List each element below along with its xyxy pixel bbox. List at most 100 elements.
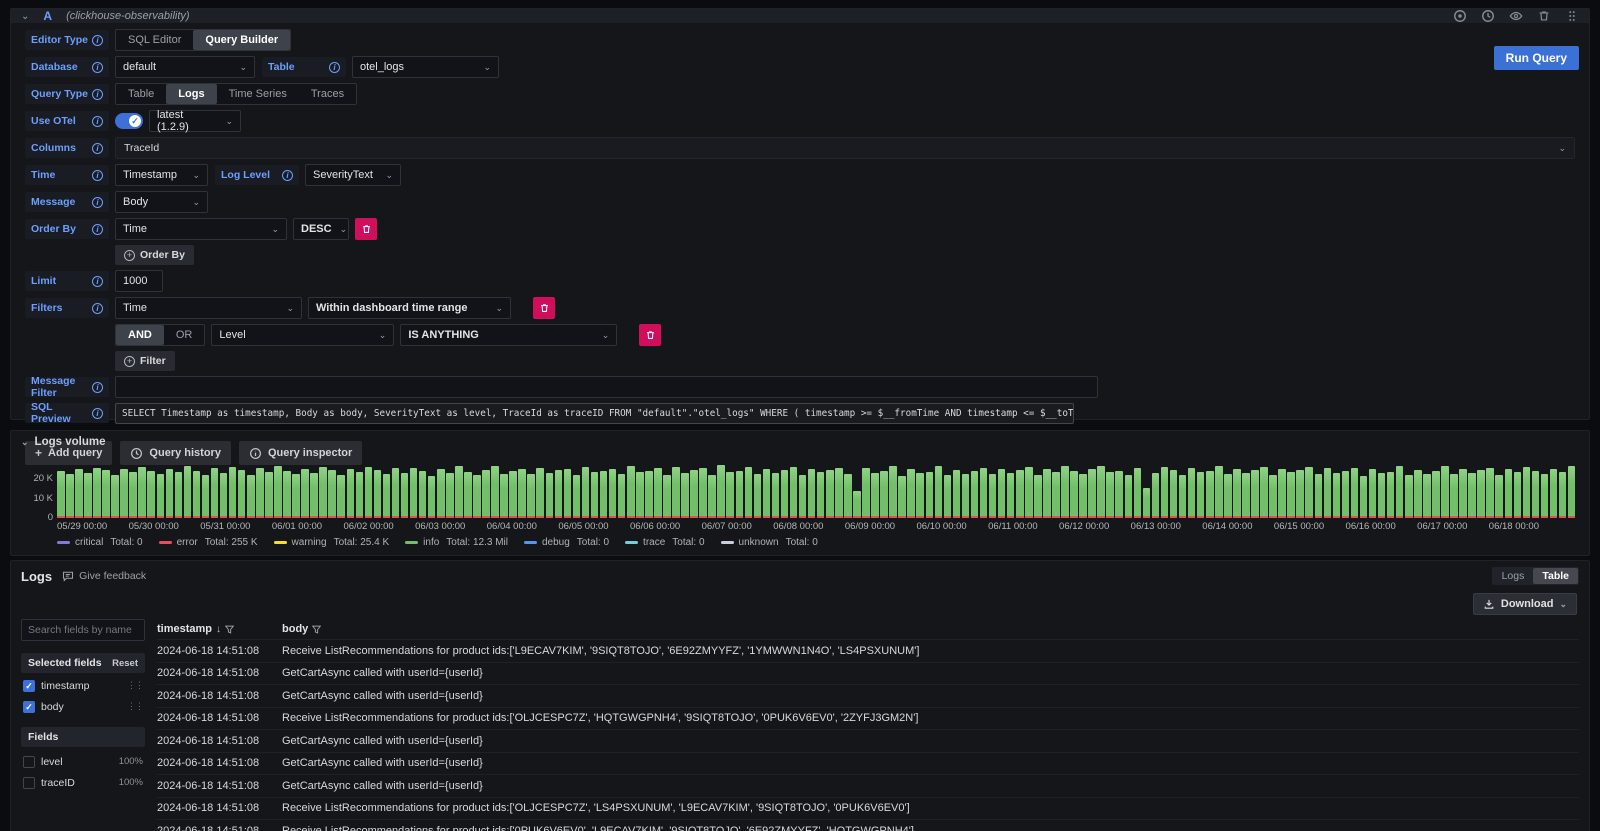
drag-handle-icon[interactable] — [1565, 9, 1579, 23]
volume-bar[interactable] — [1115, 471, 1123, 518]
volume-bar[interactable] — [66, 474, 74, 518]
volume-bar[interactable] — [491, 466, 499, 518]
volume-bar[interactable] — [1523, 467, 1531, 518]
volume-bar[interactable] — [256, 468, 264, 518]
volume-bar[interactable] — [799, 475, 807, 518]
volume-bar[interactable] — [1206, 471, 1214, 518]
volume-bar[interactable] — [1505, 469, 1513, 518]
volume-bar[interactable] — [1296, 470, 1304, 518]
sort-desc-icon[interactable]: ↓ — [216, 624, 221, 635]
volume-bar[interactable] — [708, 475, 716, 519]
volume-bar[interactable] — [1188, 468, 1196, 518]
volume-bar[interactable] — [1088, 469, 1096, 518]
filter1-delete-button[interactable] — [533, 297, 555, 319]
volume-bar[interactable] — [600, 471, 608, 518]
timestamp-column-header[interactable]: timestamp — [157, 623, 212, 635]
volume-bar[interactable] — [1333, 473, 1341, 518]
give-feedback-link[interactable]: Give feedback — [62, 570, 146, 582]
volume-bar[interactable] — [1305, 467, 1313, 518]
volume-bar[interactable] — [826, 470, 834, 518]
legend-item-debug[interactable]: debugTotal: 0 — [524, 537, 609, 548]
volume-bar[interactable] — [1396, 466, 1404, 518]
volume-bar[interactable] — [880, 471, 888, 518]
eye-icon[interactable] — [1509, 9, 1523, 23]
volume-bar[interactable] — [1369, 469, 1377, 518]
volume-bar[interactable] — [907, 469, 915, 518]
legend-item-info[interactable]: infoTotal: 12.3 Mil — [405, 537, 508, 548]
table-select[interactable]: otel_logs⌄ — [352, 56, 499, 78]
volume-bar[interactable] — [1532, 471, 1540, 518]
volume-bar[interactable] — [527, 474, 535, 518]
info-icon[interactable]: i — [92, 35, 103, 46]
add-filter-button[interactable]: +Filter — [115, 351, 175, 371]
volume-bar[interactable] — [1550, 469, 1558, 518]
volume-bar[interactable] — [229, 467, 237, 518]
info-icon[interactable]: i — [92, 143, 103, 154]
volume-bar[interactable] — [690, 470, 698, 518]
volume-bar[interactable] — [717, 465, 725, 518]
collapse-chevron-icon[interactable]: ⌄ — [21, 11, 29, 22]
volume-bar[interactable] — [1161, 467, 1169, 518]
volume-bar[interactable] — [202, 475, 210, 518]
volume-bar[interactable] — [953, 470, 961, 518]
body-column-header[interactable]: body — [282, 623, 308, 635]
volume-bar[interactable] — [926, 472, 934, 518]
volume-bar[interactable] — [1070, 471, 1078, 518]
table-row[interactable]: 2024-06-18 14:51:08Receive ListRecommend… — [157, 707, 1579, 730]
volume-bar[interactable] — [573, 475, 581, 518]
run-query-button[interactable]: Run Query — [1494, 46, 1579, 70]
table-row[interactable]: 2024-06-18 14:51:08GetCartAsync called w… — [157, 729, 1579, 752]
info-icon[interactable]: i — [92, 170, 103, 181]
volume-bar[interactable] — [1007, 473, 1015, 518]
volume-bar[interactable] — [1486, 468, 1494, 518]
otel-version-select[interactable]: latest (1.2.9)⌄ — [149, 110, 241, 132]
bar-plot-area[interactable] — [57, 460, 1575, 518]
volume-bar[interactable] — [310, 473, 318, 518]
volume-bar[interactable] — [1514, 472, 1522, 518]
table-row[interactable]: 2024-06-18 14:51:08GetCartAsync called w… — [157, 662, 1579, 685]
volume-bar[interactable] — [636, 472, 644, 518]
volume-bar[interactable] — [120, 469, 128, 518]
filter1-field-select[interactable]: Time⌄ — [115, 297, 302, 319]
volume-bar[interactable] — [1432, 471, 1440, 518]
volume-bar[interactable] — [609, 469, 617, 518]
volume-bar[interactable] — [1179, 475, 1187, 519]
filter2-operator-select[interactable]: IS ANYTHING⌄ — [400, 324, 617, 346]
database-select[interactable]: default⌄ — [115, 56, 255, 78]
volume-bar[interactable] — [1360, 476, 1368, 518]
volume-bar[interactable] — [654, 468, 662, 518]
legend-item-unknown[interactable]: unknownTotal: 0 — [721, 537, 818, 548]
volume-bar[interactable] — [1016, 470, 1024, 518]
info-icon[interactable]: i — [92, 62, 103, 73]
volume-bar[interactable] — [392, 468, 400, 518]
volume-bar[interactable] — [365, 467, 373, 518]
volume-bar[interactable] — [1097, 466, 1105, 518]
volume-bar[interactable] — [1287, 472, 1295, 518]
volume-bar[interactable] — [301, 469, 309, 518]
volume-bar[interactable] — [1541, 474, 1549, 518]
volume-bar[interactable] — [464, 472, 472, 518]
editor-type-sql-editor[interactable]: SQL Editor — [116, 30, 193, 50]
volume-bar[interactable] — [211, 468, 219, 518]
volume-bar[interactable] — [1197, 472, 1205, 518]
volume-bar[interactable] — [157, 474, 165, 518]
search-fields-input[interactable] — [21, 619, 145, 641]
volume-bar[interactable] — [1079, 474, 1087, 518]
query-ref-id[interactable]: A — [43, 9, 52, 23]
drag-handle-icon[interactable]: ⋮⋮ — [127, 680, 143, 691]
volume-bar[interactable] — [1233, 469, 1241, 518]
volume-bar[interactable] — [672, 467, 680, 518]
info-icon[interactable]: i — [92, 116, 103, 127]
volume-bar[interactable] — [1134, 468, 1142, 518]
volume-bar[interactable] — [175, 472, 183, 518]
volume-bar[interactable] — [781, 470, 789, 518]
table-row[interactable]: 2024-06-18 14:51:08Receive ListRecommend… — [157, 639, 1579, 662]
volume-bar[interactable] — [328, 470, 336, 518]
volume-bar[interactable] — [862, 468, 870, 518]
volume-bar[interactable] — [1143, 488, 1151, 518]
bool-and-option[interactable]: AND — [116, 325, 164, 345]
volume-bar[interactable] — [962, 474, 970, 518]
volume-bar[interactable] — [473, 475, 481, 518]
volume-bar[interactable] — [1414, 470, 1422, 518]
volume-bar[interactable] — [356, 472, 364, 518]
